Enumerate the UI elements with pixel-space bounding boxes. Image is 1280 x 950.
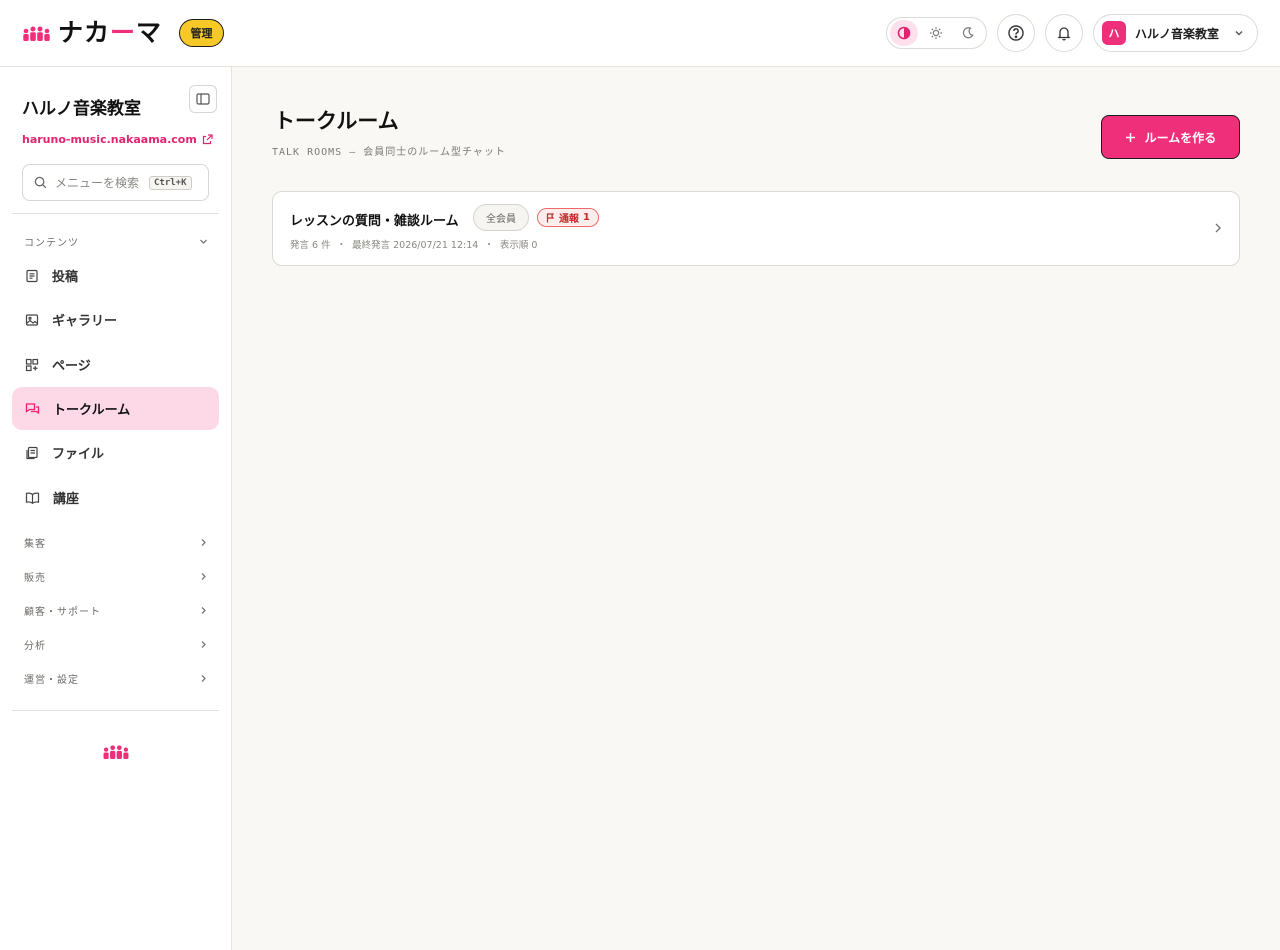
sidebar-item-label: トークルーム [53,403,131,418]
sidebar-item-gallery[interactable]: ギャラリー [12,298,219,341]
sidebar-item-files[interactable]: ファイル [12,431,219,474]
section-marketing-header[interactable]: 集客 [24,534,209,550]
chevron-down-icon [1235,31,1243,36]
page-subtitle: TALK ROOMS — 会員同士のルーム型チャット [272,147,506,158]
account-menu-button[interactable]: ハ ハルノ音楽教室 [1093,14,1258,52]
meta-separator: ・ [484,240,494,251]
section-label: 分析 [24,640,46,652]
plus-icon [1125,132,1135,142]
audience-badge: 全会員 [473,204,529,231]
app-logo[interactable]: ナカーマ [22,19,162,47]
sidebar-item-talk-rooms[interactable]: トークルーム [12,387,219,430]
chevron-right-icon [201,674,206,682]
section-label: 集客 [24,538,46,550]
sidebar-divider [12,710,219,711]
theme-switcher [886,17,987,49]
report-badge: 通報 1 [537,208,599,227]
sidebar-divider [12,213,219,214]
book-icon [25,492,40,504]
search-shortcut-badge: Ctrl+K [149,175,192,190]
flag-icon [546,212,555,222]
sidebar: ハルノ音楽教室 haruno-music.nakaama.com メニューを検索… [0,67,232,950]
room-last-post: 最終発言 2026/07/21 12:14 [352,240,479,251]
theme-light-button[interactable] [922,20,950,46]
moon-icon [962,27,974,39]
top-bar: ナカーマ 管理 ハ ハルノ音楽教室 [0,0,1280,67]
sidebar-item-posts[interactable]: 投稿 [12,254,219,297]
section-label: 顧客・サポート [24,606,101,618]
sidebar-item-label: ギャラリー [52,314,118,329]
section-settings-header[interactable]: 運営・設定 [24,670,209,686]
sidebar-item-label: 講座 [53,492,80,507]
menu-search-input[interactable]: メニューを検索 Ctrl+K [22,164,209,201]
sidebar-item-label: ファイル [52,447,105,462]
files-icon [26,446,38,459]
search-icon [34,176,47,189]
section-label: 販売 [24,572,46,584]
sidebar-item-courses[interactable]: 講座 [12,476,219,519]
account-name: ハルノ音楽教室 [1135,26,1220,41]
section-contents-header[interactable]: コンテンツ [24,233,209,249]
room-display-order: 表示順 0 [499,240,538,251]
create-room-label: ルームを作る [1144,130,1217,145]
section-contents-label: コンテンツ [24,237,79,249]
contrast-icon [897,26,911,40]
site-url-link[interactable]: haruno-music.nakaama.com [22,133,213,146]
people-logo-icon [23,26,50,41]
room-meta: 発言 6 件 ・ 最終発言 2026/07/21 12:14 ・ 表示順 0 [290,237,537,251]
logo-wordmark: ナカーマ [58,18,163,47]
site-url-text: haruno-music.nakaama.com [22,133,197,146]
chevron-right-icon [201,640,206,648]
admin-badge: 管理 [179,19,224,47]
sun-icon [930,27,942,39]
pages-icon [25,358,39,371]
section-customers-header[interactable]: 顧客・サポート [24,602,209,618]
help-button[interactable] [997,14,1035,52]
help-icon [1008,25,1024,41]
document-icon [26,269,38,282]
chat-icon [25,402,40,414]
room-card[interactable]: レッスンの質問・雑談ルーム 全会員 通報 1 発言 6 件 ・ 最終発言 202… [272,191,1240,266]
sidebar-toggle-icon [196,93,210,105]
section-label: 運営・設定 [24,674,79,686]
sidebar-collapse-button[interactable] [189,85,217,113]
meta-separator: ・ [336,240,347,251]
account-avatar: ハ [1102,21,1126,45]
search-placeholder: メニューを検索 [55,176,140,190]
room-post-count: 発言 6 件 [290,240,331,251]
image-icon [25,313,39,326]
sidebar-item-label: ページ [52,359,91,374]
site-name: ハルノ音楽教室 [22,99,141,119]
notifications-button[interactable] [1045,14,1083,52]
page-title: トークルーム [274,109,399,133]
chevron-right-icon [201,572,206,580]
theme-dark-button[interactable] [954,20,982,46]
sidebar-item-pages[interactable]: ページ [12,343,219,386]
section-sales-header[interactable]: 販売 [24,568,209,584]
external-link-icon [202,134,213,145]
chevron-down-icon [200,239,207,244]
people-logo-icon [103,745,129,760]
report-label: 通報 [559,214,580,225]
report-count: 1 [583,212,590,223]
chevron-right-icon [201,606,206,614]
sidebar-item-label: 投稿 [52,270,79,285]
theme-contrast-button[interactable] [890,20,918,46]
chevron-right-icon [201,538,206,546]
section-analytics-header[interactable]: 分析 [24,636,209,652]
bell-icon [1057,27,1071,41]
main-content: トークルーム TALK ROOMS — 会員同士のルーム型チャット ルームを作る… [232,67,1280,950]
create-room-button[interactable]: ルームを作る [1101,115,1240,159]
chevron-right-icon [1215,223,1221,233]
room-name: レッスンの質問・雑談ルーム [290,214,459,229]
